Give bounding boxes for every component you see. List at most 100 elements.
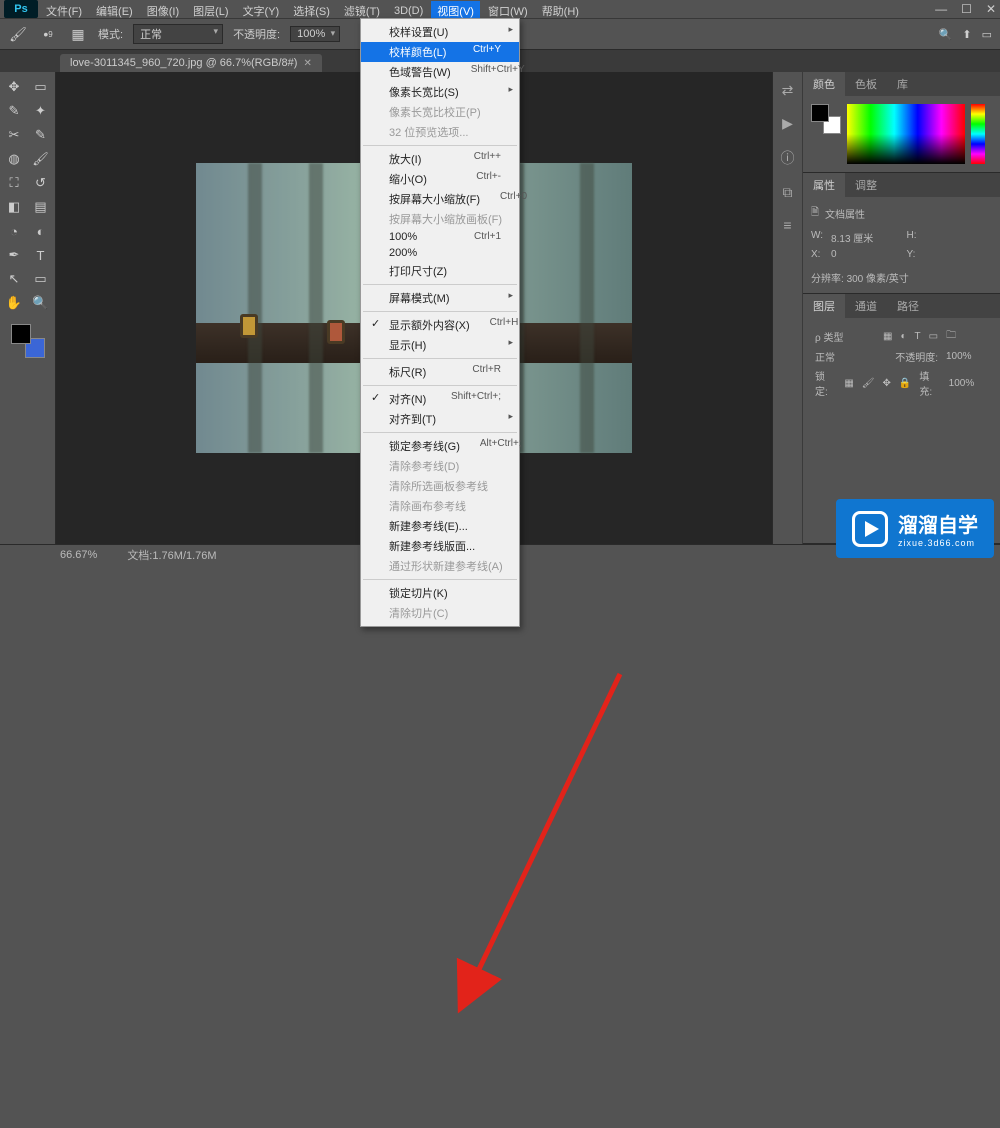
filter-adjust-icon[interactable]: ◐ (900, 331, 906, 342)
lock-position-icon[interactable]: ✥ (882, 378, 890, 389)
hue-strip[interactable] (971, 104, 985, 164)
menu-item[interactable]: 锁定切片(K) (361, 583, 519, 603)
move-tool-icon[interactable]: ✥ (2, 76, 26, 98)
foreground-swatch[interactable] (11, 324, 31, 344)
history-brush-icon[interactable]: ↺ (29, 172, 53, 194)
zoom-tool-icon[interactable]: 🔍 (29, 292, 53, 314)
workspace-switcher-icon[interactable]: ▭ (982, 28, 992, 41)
hand-tool-icon[interactable]: ✋ (2, 292, 26, 314)
tab-paths[interactable]: 路径 (887, 294, 929, 318)
menu-item[interactable]: 校样颜色(L)Ctrl+Y (361, 42, 519, 62)
menu-item[interactable]: 按屏幕大小缩放(F)Ctrl+0 (361, 189, 519, 209)
tab-channels[interactable]: 通道 (845, 294, 887, 318)
brush-panel-icon[interactable]: ▦ (68, 24, 88, 44)
menu-item[interactable]: 缩小(O)Ctrl+- (361, 169, 519, 189)
color-spectrum[interactable] (847, 104, 965, 164)
menu-item[interactable]: 显示(H) (361, 335, 519, 355)
blur-tool-icon[interactable]: ◔ (2, 220, 26, 242)
menu-item[interactable]: 放大(I)Ctrl++ (361, 149, 519, 169)
close-tab-icon[interactable]: ✕ (303, 58, 311, 69)
menubar[interactable]: 文件(F)编辑(E)图像(I)图层(L)文字(Y)选择(S)滤镜(T)3D(D)… (0, 4, 1000, 18)
tab-layers[interactable]: 图层 (803, 294, 845, 318)
shape-tool-icon[interactable]: ▭ (29, 268, 53, 290)
panel-icon-swatches[interactable]: ⧉ (783, 184, 793, 201)
menu-4[interactable]: 文字(Y) (237, 1, 286, 21)
lock-transparent-icon[interactable]: ▦ (844, 378, 853, 389)
menu-item[interactable]: 色域警告(W)Shift+Ctrl+Y (361, 62, 519, 82)
tab-adjustments[interactable]: 调整 (845, 173, 887, 197)
panel-icon-info[interactable]: ⓘ (781, 148, 795, 168)
marquee-tool-icon[interactable]: ▭ (29, 76, 53, 98)
filter-pixel-icon[interactable]: ▦ (883, 331, 892, 342)
menu-item[interactable]: 新建参考线(E)... (361, 516, 519, 536)
menu-10[interactable]: 帮助(H) (536, 1, 585, 21)
tab-libraries[interactable]: 库 (887, 72, 918, 96)
brush-preset-icon[interactable]: •9 (38, 24, 58, 44)
filter-shape-icon[interactable]: ▭ (929, 331, 938, 342)
window-close-icon[interactable]: ✕ (986, 2, 996, 16)
menu-7[interactable]: 3D(D) (388, 3, 429, 19)
menu-item[interactable]: 屏幕模式(M) (361, 288, 519, 308)
menu-item[interactable]: 标尺(R)Ctrl+R (361, 362, 519, 382)
tab-properties[interactable]: 属性 (803, 173, 845, 197)
layer-filter-dropdown[interactable]: ρ 类型 (815, 329, 875, 344)
status-docinfo[interactable]: 文档:1.76M/1.76M (127, 547, 216, 563)
path-tool-icon[interactable]: ↖ (2, 268, 26, 290)
panel-icon-play[interactable]: ▶ (782, 115, 793, 132)
brush-tool-icon[interactable]: 🖌 (29, 148, 53, 170)
menu-3[interactable]: 图层(L) (187, 1, 234, 21)
menu-item[interactable]: 对齐(N)Shift+Ctrl+;✓ (361, 389, 519, 409)
menu-0[interactable]: 文件(F) (40, 1, 88, 21)
menu-item[interactable]: 校样设置(U) (361, 22, 519, 42)
blend-mode-dropdown[interactable]: 正常 (133, 24, 223, 44)
eyedropper-tool-icon[interactable]: ✎ (29, 124, 53, 146)
document-tab[interactable]: love-3011345_960_720.jpg @ 66.7%(RGB/8#)… (60, 54, 322, 72)
quickselect-tool-icon[interactable]: ✦ (29, 100, 53, 122)
tab-color[interactable]: 颜色 (803, 72, 845, 96)
layer-blend-dropdown[interactable]: 正常 (815, 349, 875, 364)
opacity-dropdown[interactable]: 100% (290, 26, 340, 42)
crop-tool-icon[interactable]: ✂ (2, 124, 26, 146)
lock-pixels-icon[interactable]: 🖌 (862, 378, 875, 389)
filter-smart-icon[interactable]: 🗀 (946, 328, 956, 345)
menu-item: 通过形状新建参考线(A) (361, 556, 519, 576)
filter-type-icon[interactable]: T (915, 331, 921, 342)
type-tool-icon[interactable]: T (29, 244, 53, 266)
menu-item[interactable]: 打印尺寸(Z) (361, 261, 519, 281)
menu-item[interactable]: 100%Ctrl+1 (361, 229, 519, 245)
quickshare-icon[interactable]: ⬆ (962, 28, 971, 41)
status-zoom[interactable]: 66.67% (60, 549, 97, 561)
layer-opacity-dropdown[interactable]: 100% (946, 351, 988, 362)
menu-2[interactable]: 图像(I) (141, 1, 185, 21)
eraser-tool-icon[interactable]: ◧ (2, 196, 26, 218)
window-minimize-icon[interactable]: — (935, 2, 947, 16)
lock-all-icon[interactable]: 🔒 (899, 378, 911, 389)
layer-fill-dropdown[interactable]: 100% (949, 378, 988, 389)
dodge-tool-icon[interactable]: ◐ (29, 220, 53, 242)
lasso-tool-icon[interactable]: ✎ (2, 100, 26, 122)
color-swatches[interactable] (11, 324, 45, 358)
menu-1[interactable]: 编辑(E) (90, 1, 139, 21)
color-mini-swatch[interactable] (811, 104, 841, 134)
panel-icon-styles[interactable]: ≡ (783, 217, 791, 233)
panel-icon-adjustments[interactable]: ⇄ (782, 82, 794, 99)
menu-item: 清除画布参考线 (361, 496, 519, 516)
search-icon[interactable]: 🔍 (939, 28, 953, 41)
menu-item[interactable]: 200% (361, 245, 519, 261)
stamp-tool-icon[interactable]: ⛶ (2, 172, 26, 194)
prop-w-label: W: (811, 230, 823, 245)
props-title: 文档属性 (825, 206, 865, 221)
menu-item[interactable]: 对齐到(T) (361, 409, 519, 429)
tool-preset-icon[interactable]: 🖌 (8, 24, 28, 44)
tab-swatches[interactable]: 色板 (845, 72, 887, 96)
menu-item[interactable]: 锁定参考线(G)Alt+Ctrl+; (361, 436, 519, 456)
menu-item[interactable]: 显示额外内容(X)Ctrl+H✓ (361, 315, 519, 335)
menu-item[interactable]: 新建参考线版面... (361, 536, 519, 556)
menu-item: 清除所选画板参考线 (361, 476, 519, 496)
menu-5[interactable]: 选择(S) (287, 1, 336, 21)
pen-tool-icon[interactable]: ✒ (2, 244, 26, 266)
healing-tool-icon[interactable]: ◍ (2, 148, 26, 170)
gradient-tool-icon[interactable]: ▤ (29, 196, 53, 218)
menu-item[interactable]: 像素长宽比(S) (361, 82, 519, 102)
window-restore-icon[interactable]: ☐ (961, 2, 972, 16)
